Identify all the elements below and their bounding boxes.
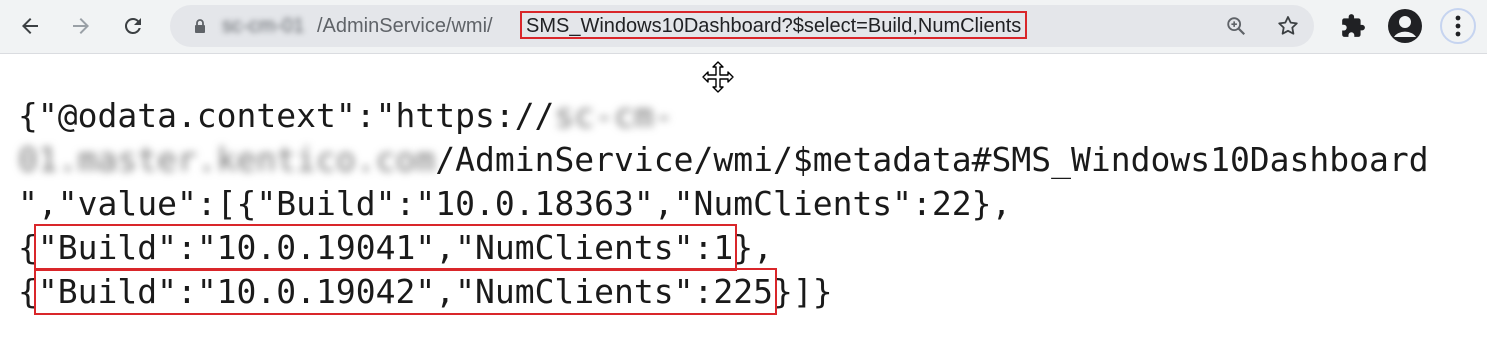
forward-arrow-icon — [73, 18, 89, 34]
blurred-host-1: sc-cm- — [554, 96, 674, 135]
address-bar[interactable]: sc-cm-01 /AdminService/wmi/ SMS_Windows1… — [170, 5, 1314, 47]
zoom-icon — [1227, 17, 1246, 36]
forward-button[interactable] — [62, 7, 100, 45]
reload-button[interactable] — [114, 7, 152, 45]
url-host: sc-cm-01 — [222, 15, 305, 37]
json-line-2: 01.master.kentico.com/AdminService/wmi/$… — [18, 140, 1429, 179]
extensions-icon — [1342, 14, 1365, 37]
lock-icon — [195, 19, 205, 33]
back-arrow-icon — [22, 18, 38, 34]
profile-icon — [1388, 9, 1422, 43]
highlighted-record-19041: "Build":"10.0.19041","NumClients":1 — [33, 224, 738, 271]
move-cursor-icon — [702, 61, 734, 93]
bookmark-button[interactable] — [1276, 14, 1300, 38]
json-line-5: {"Build":"10.0.19042","NumClients":225}]… — [18, 268, 833, 315]
browser-toolbar: sc-cm-01 /AdminService/wmi/ SMS_Windows1… — [0, 0, 1487, 54]
reload-icon — [124, 17, 141, 34]
more-menu-icon — [1455, 15, 1461, 37]
star-icon — [1278, 16, 1298, 35]
json-line-1: {"@odata.context":"https://sc-cm- — [18, 96, 674, 135]
json-response: {"@odata.context":"https://sc-cm- 01.mas… — [18, 94, 1429, 315]
url-path: /AdminService/wmi/ — [317, 15, 493, 37]
extensions-button[interactable] — [1335, 8, 1371, 44]
back-button[interactable] — [11, 7, 49, 45]
highlighted-record-19042: "Build":"10.0.19042","NumClients":225 — [33, 268, 777, 315]
url-query-highlight: SMS_Windows10Dashboard?$select=Build,Num… — [520, 11, 1028, 39]
zoom-button[interactable] — [1224, 14, 1248, 38]
blurred-host-2: 01.master.kentico.com — [18, 140, 436, 179]
json-line-3: ","value":[{"Build":"10.0.18363","NumCli… — [18, 184, 1012, 223]
json-line-4: {"Build":"10.0.19041","NumClients":1}, — [18, 224, 773, 271]
profile-button[interactable] — [1387, 8, 1423, 44]
more-menu-button[interactable] — [1440, 8, 1476, 44]
